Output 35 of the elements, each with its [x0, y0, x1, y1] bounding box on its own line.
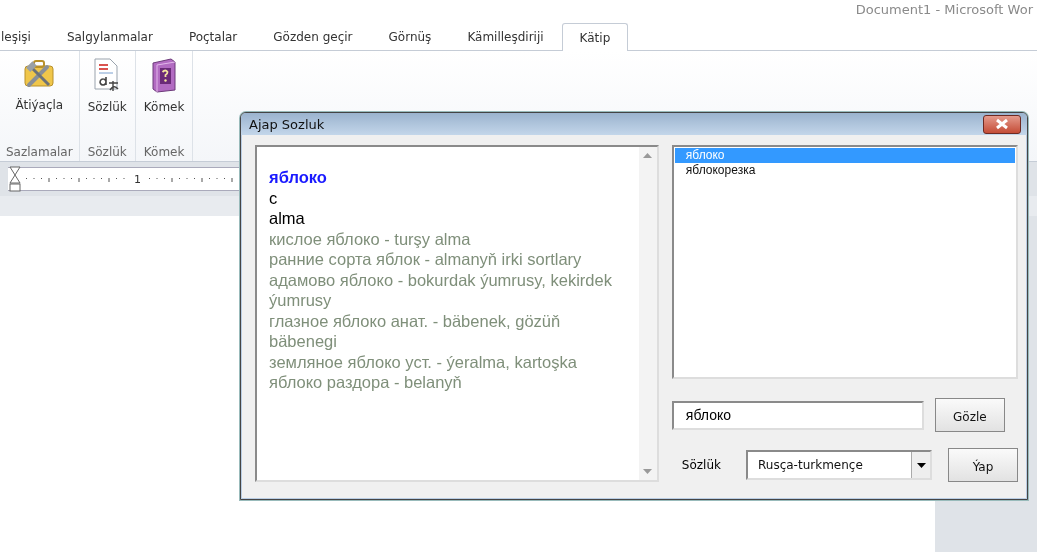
close-button[interactable] — [983, 114, 1021, 134]
phrase-translation: яблоко раздора - belanyň — [269, 372, 463, 393]
ribbon-tab[interactable]: Salgylanmalar — [48, 23, 171, 50]
phrase-translation: ранние сорта яблок - almanyň irki sortlary — [269, 249, 583, 270]
search-button[interactable]: Gözle — [934, 398, 1005, 432]
scroll-down-icon — [643, 469, 653, 474]
dialog-title: Ajap Sozluk — [249, 116, 325, 132]
search-field[interactable]: яблоко — [671, 400, 924, 430]
group-label: Kömek — [143, 145, 185, 161]
ribbon-tab[interactable]: Poçtalar — [170, 23, 256, 50]
dictionary-label: Sözlük — [681, 458, 721, 472]
phrase-translation: земляное яблоко уст. - ýeralma, kartoşka — [269, 351, 578, 372]
phrase-translation: кислое яблоко - turşy alma — [269, 228, 472, 249]
ruler-number: 1 — [134, 172, 141, 186]
headword: яблоко — [269, 167, 328, 188]
ribbon-tab[interactable]: Kätip — [561, 23, 629, 51]
dropdown-arrow-icon — [916, 462, 926, 468]
dictionary-dropdown[interactable]: Rusça-turkmençe — [746, 450, 932, 480]
ribbon-button[interactable]: Ätiýaçla — [13, 51, 66, 117]
ribbon-button[interactable]: Kömek — [141, 51, 187, 117]
ribbon-tab[interactable]: Kämilleşdiriji — [449, 23, 562, 50]
ribbon-tab[interactable]: Görnüş — [370, 23, 450, 50]
close-icon — [995, 118, 1009, 130]
ribbon-tab[interactable]: Gözden geçir — [255, 23, 371, 50]
ribbon-button[interactable]: Sözlük — [85, 51, 129, 117]
grammar-label: с — [269, 187, 279, 208]
scrollbar[interactable] — [638, 147, 657, 480]
word-list-item[interactable]: яблокорезка — [674, 163, 1015, 178]
app-title: Document1 - Microsoft Wor — [855, 2, 1033, 18]
apply-button[interactable]: Ýap — [948, 448, 1018, 482]
group-label: Sazlamalar — [6, 145, 73, 161]
translation: alma — [269, 208, 306, 229]
scroll-up-icon — [643, 153, 653, 158]
group-label: Sözlük — [87, 145, 127, 161]
ribbon-tab[interactable]: leşişi — [0, 23, 49, 50]
